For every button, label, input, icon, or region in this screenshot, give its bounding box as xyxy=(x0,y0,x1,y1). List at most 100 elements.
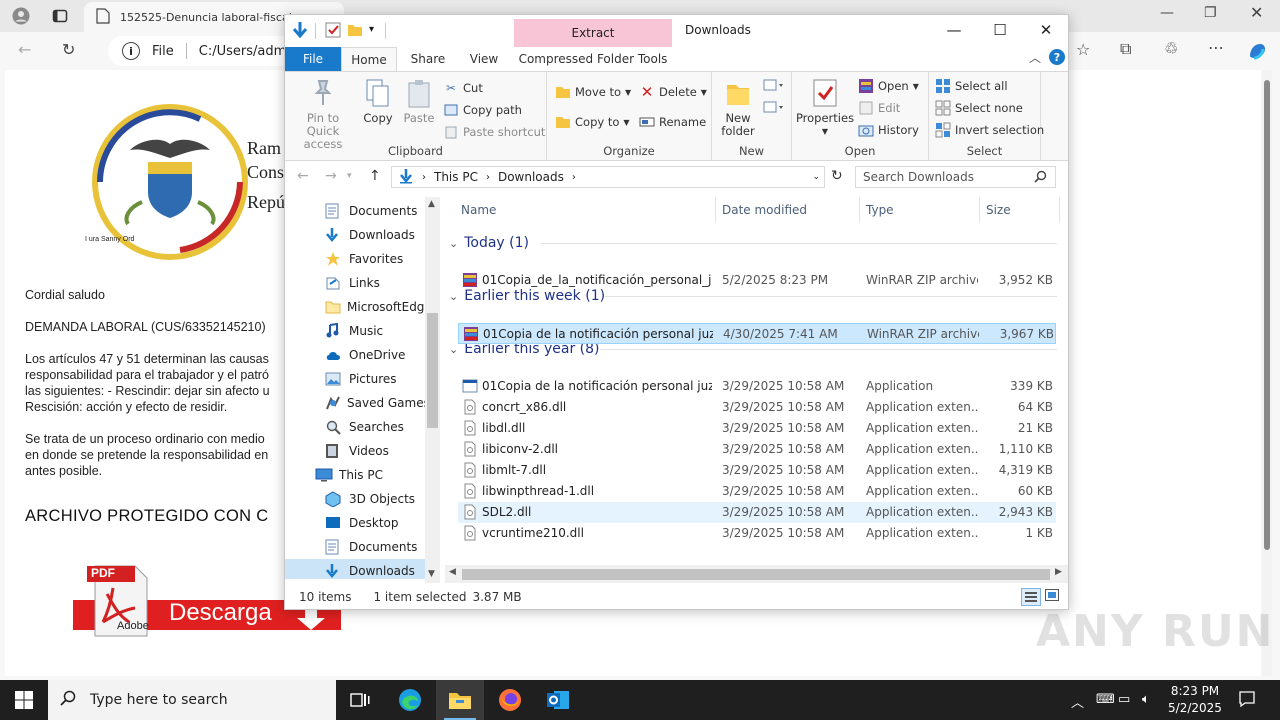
details-view-icon[interactable] xyxy=(1021,588,1041,606)
nav-item-documents[interactable]: Documents xyxy=(285,199,425,223)
file-row[interactable]: libwinpthread-1.dll 3/29/2025 10:58 AM App… xyxy=(458,481,1056,502)
copilot-icon[interactable] xyxy=(1246,40,1268,65)
horizontal-scrollbar[interactable]: ◀ ▶ xyxy=(445,565,1068,583)
paste-shortcut-button[interactable]: Paste shortcut xyxy=(443,122,545,142)
nav-item-links[interactable]: Links xyxy=(285,271,425,295)
edge-taskbar-icon[interactable] xyxy=(386,680,434,720)
open-button[interactable]: Open ▼ xyxy=(858,76,919,96)
tab-actions-icon[interactable] xyxy=(52,8,68,27)
close-icon[interactable]: ✕ xyxy=(1250,5,1263,21)
nav-item-saved-games[interactable]: Saved Games xyxy=(285,391,430,415)
page-scroll-thumb[interactable] xyxy=(1264,80,1270,550)
new-item-icon[interactable] xyxy=(762,78,784,97)
edit-button[interactable]: Edit xyxy=(858,98,900,118)
file-row[interactable]: 01Copia de la notificación personal juzg… xyxy=(458,376,1056,397)
back-arrow-icon[interactable]: ← xyxy=(297,168,309,184)
nav-item-searches[interactable]: Searches xyxy=(285,415,425,439)
back-icon[interactable]: ← xyxy=(18,42,31,58)
delete-button[interactable]: ✕ Delete ▼ xyxy=(639,82,707,102)
network-icon[interactable]: ▭ xyxy=(1118,692,1130,707)
taskbar-search-input[interactable]: Type here to search xyxy=(48,680,336,720)
select-none-button[interactable]: Select none xyxy=(935,98,1023,118)
nav-item-3d-objects[interactable]: 3D Objects xyxy=(285,487,425,511)
file-row[interactable]: SDL2.dll 3/29/2025 10:58 AM Application ex… xyxy=(458,502,1056,523)
rename-button[interactable]: Rename xyxy=(639,112,706,132)
properties-button[interactable]: Properties ▼ xyxy=(796,76,854,138)
quick-access-down-icon[interactable] xyxy=(291,20,309,43)
new-folder-button[interactable]: New folder xyxy=(716,76,760,138)
tab-share[interactable]: Share xyxy=(401,47,455,71)
customize-qa-icon[interactable]: ▾ xyxy=(369,24,374,35)
column-header-type[interactable]: Type xyxy=(860,197,980,223)
easy-access-icon[interactable] xyxy=(762,100,784,119)
refresh-icon[interactable]: ↻ xyxy=(62,42,75,58)
notifications-icon[interactable] xyxy=(1238,690,1256,712)
minimize-icon[interactable]: — xyxy=(1160,6,1174,20)
extensions-icon[interactable]: ♲ xyxy=(1164,41,1178,57)
file-row[interactable]: 01Copia de la notificación personal juzg… xyxy=(458,323,1056,344)
horizontal-scroll-thumb[interactable] xyxy=(462,569,1050,580)
paste-button[interactable]: Paste xyxy=(401,76,437,125)
tab-compressed-folder-tools[interactable]: Compressed Folder Tools xyxy=(514,47,672,71)
meet-now-icon[interactable]: ⌨ xyxy=(1096,692,1115,707)
file-row[interactable]: vcruntime210.dll 3/29/2025 10:58 AM Applic… xyxy=(458,523,1056,544)
show-hidden-icons-icon[interactable]: ︿ xyxy=(1071,692,1084,711)
volume-icon[interactable]: 🔈︎ xyxy=(1142,692,1150,707)
tab-home[interactable]: Home xyxy=(341,47,397,71)
scroll-up-icon[interactable]: ▲ xyxy=(428,199,435,209)
file-row[interactable]: libiconv-2.dll 3/29/2025 10:58 AM Applicat… xyxy=(458,439,1056,460)
move-to-button[interactable]: Move to ▼ xyxy=(555,82,631,102)
profile-icon[interactable] xyxy=(12,7,30,28)
scroll-down-icon[interactable]: ▼ xyxy=(428,569,435,579)
history-button[interactable]: History xyxy=(858,120,919,140)
task-view-button[interactable] xyxy=(336,680,384,720)
nav-item-music[interactable]: Music xyxy=(285,319,425,343)
path-box[interactable]: › This PC › Downloads › ⌄ xyxy=(391,166,825,188)
recent-locations-icon[interactable]: ▾ xyxy=(347,171,352,181)
nav-item-pictures[interactable]: Pictures xyxy=(285,367,425,391)
pin-quick-access-button[interactable]: Pin to Quick access xyxy=(289,76,357,151)
refresh-icon[interactable]: ↻ xyxy=(831,168,843,184)
scroll-right-icon[interactable]: ▶ xyxy=(1055,567,1062,577)
invert-selection-button[interactable]: Invert selection xyxy=(935,120,1044,140)
path-history-dropdown-icon[interactable]: ⌄ xyxy=(812,172,820,182)
path-segment-this-pc[interactable]: This PC xyxy=(434,170,478,184)
page-scrollbar[interactable] xyxy=(1262,70,1272,676)
properties-qa-icon[interactable] xyxy=(325,22,341,41)
maximize-icon[interactable]: ☐ xyxy=(977,15,1023,45)
file-row[interactable]: libdl.dll 3/29/2025 10:58 AM Application e… xyxy=(458,418,1056,439)
new-folder-qa-icon[interactable] xyxy=(347,22,363,41)
nav-item-microsoftedge[interactable]: MicrosoftEdge xyxy=(285,295,432,319)
help-icon[interactable]: ? xyxy=(1049,49,1065,65)
firefox-taskbar-icon[interactable] xyxy=(486,680,534,720)
nav-item-videos[interactable]: Videos xyxy=(285,439,425,463)
copy-button[interactable]: Copy xyxy=(361,76,395,125)
search-input[interactable]: Search Downloads xyxy=(855,166,1056,188)
nav-scrollbar[interactable]: ▲ ▼ xyxy=(425,197,440,583)
nav-item-this-pc[interactable]: This PC xyxy=(285,463,425,487)
up-arrow-icon[interactable]: ↑ xyxy=(369,168,381,184)
system-clock[interactable]: 8:23 PM 5/2/2025 xyxy=(1160,683,1230,717)
favorite-star-icon[interactable]: ☆ xyxy=(1076,42,1090,58)
column-header-name[interactable]: Name xyxy=(455,197,716,223)
group-header-today[interactable]: ⌄ Today (1) xyxy=(449,231,529,255)
restore-icon[interactable]: ❐ xyxy=(1204,6,1217,20)
file-row[interactable]: concrt_x86.dll 3/29/2025 10:58 AM Applicat… xyxy=(458,397,1056,418)
outlook-taskbar-icon[interactable] xyxy=(534,680,582,720)
nav-item-documents[interactable]: Documents xyxy=(285,535,425,559)
copy-path-button[interactable]: Copy path xyxy=(443,100,522,120)
path-segment-downloads[interactable]: Downloads xyxy=(498,170,564,184)
file-explorer-taskbar-icon[interactable] xyxy=(436,680,484,720)
file-row[interactable]: libmlt-7.dll 3/29/2025 10:58 AM Applicatio… xyxy=(458,460,1056,481)
more-icon[interactable]: ⋯ xyxy=(1208,40,1224,56)
nav-item-desktop[interactable]: Desktop xyxy=(285,511,425,535)
tab-file[interactable]: File xyxy=(285,47,341,71)
forward-arrow-icon[interactable]: → xyxy=(325,168,337,184)
start-button[interactable] xyxy=(0,680,48,720)
collections-icon[interactable]: ⧉ xyxy=(1120,41,1131,57)
minimize-icon[interactable]: — xyxy=(931,15,977,45)
nav-scroll-thumb[interactable] xyxy=(427,313,438,428)
select-all-button[interactable]: Select all xyxy=(935,76,1008,96)
column-header-size[interactable]: Size xyxy=(980,197,1060,223)
cut-button[interactable]: ✂ Cut xyxy=(443,78,483,98)
